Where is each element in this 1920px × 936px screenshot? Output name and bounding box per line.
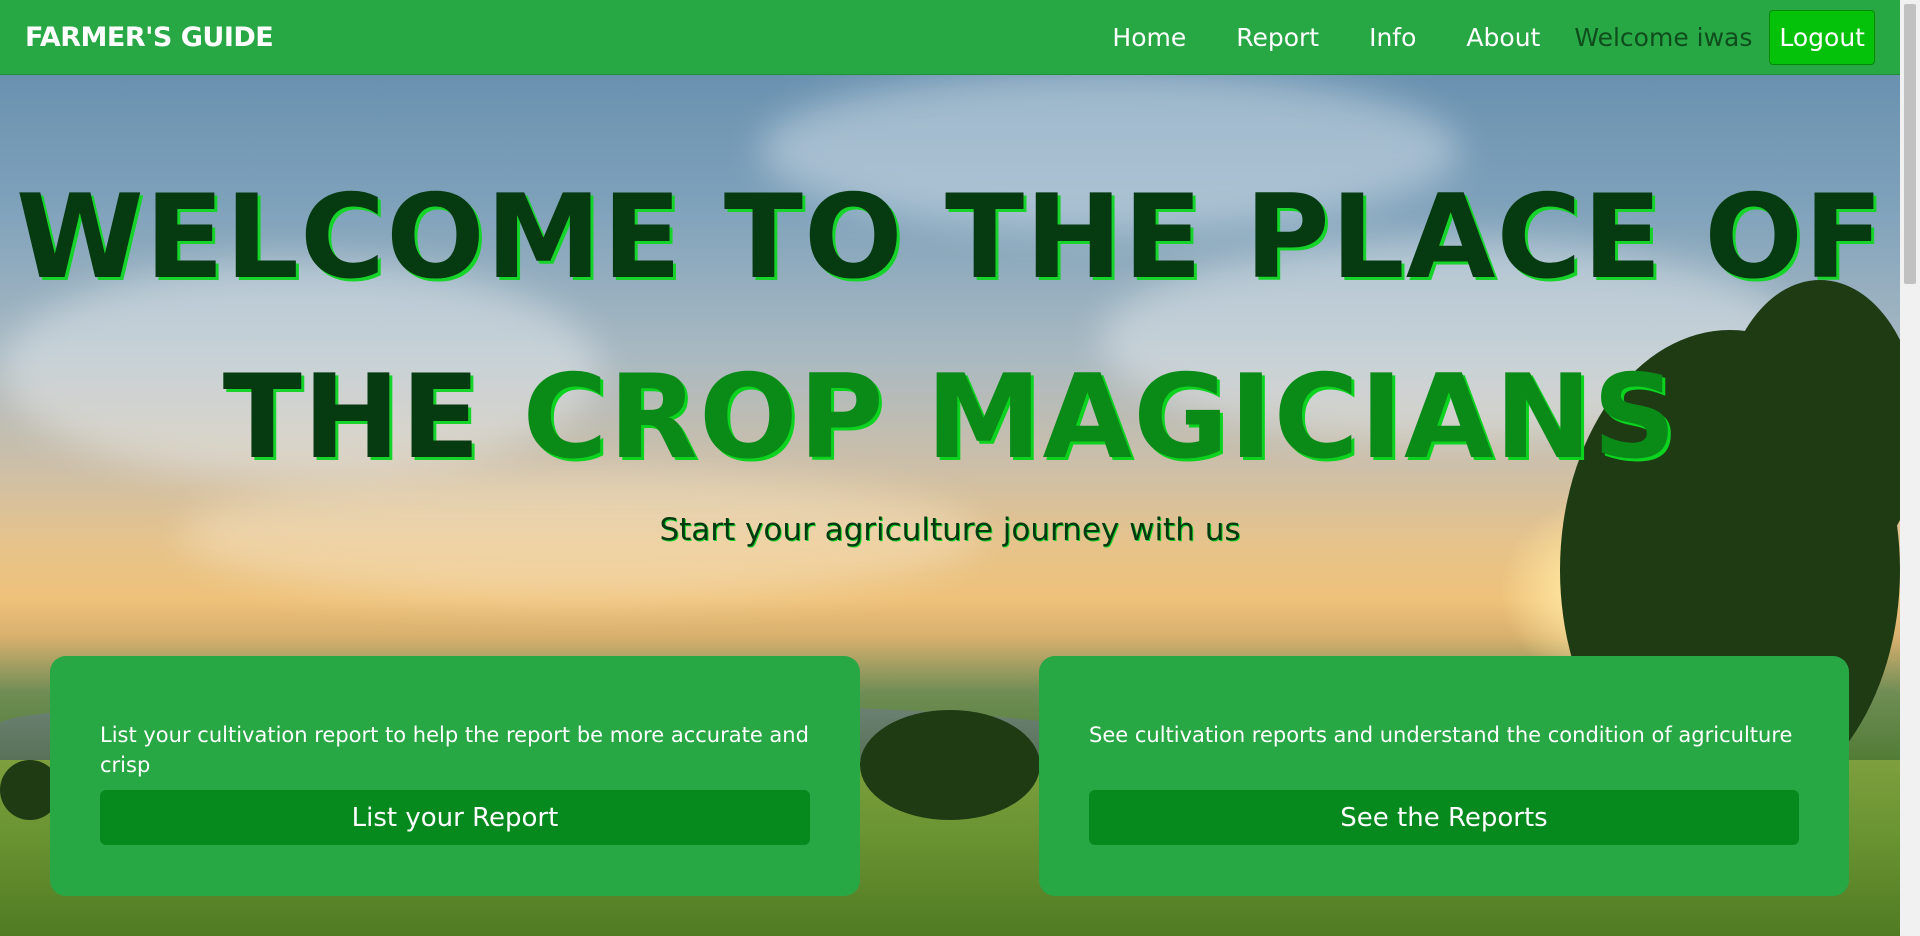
vertical-scrollbar[interactable]	[1900, 0, 1920, 936]
see-reports-card: See cultivation reports and understand t…	[1039, 656, 1849, 896]
hero-title-line-1: WELCOME TO THE PLACE OF	[15, 170, 1885, 305]
see-reports-button[interactable]: See the Reports	[1089, 790, 1799, 845]
nav-links: Home Report Info About Welcome iwas Logo…	[1062, 9, 1875, 65]
hero-title-prefix: THE	[222, 350, 482, 485]
hero-subtitle: Start your agriculture journey with us	[659, 512, 1241, 548]
nav-link-home[interactable]: Home	[1112, 23, 1186, 52]
scrollbar-thumb[interactable]	[1904, 4, 1916, 284]
brand-logo[interactable]: FARMER'S GUIDE	[25, 22, 274, 53]
list-report-card: List your cultivation report to help the…	[50, 656, 860, 896]
list-report-button[interactable]: List your Report	[100, 790, 810, 845]
nav-link-about[interactable]: About	[1466, 23, 1540, 52]
welcome-user-text: Welcome iwas	[1574, 22, 1753, 52]
nav-link-report[interactable]: Report	[1236, 23, 1319, 52]
nav-link-info[interactable]: Info	[1369, 23, 1416, 52]
logout-button[interactable]: Logout	[1769, 9, 1875, 65]
hero-title-accent: CROP MAGICIANS	[522, 350, 1678, 485]
hero-title-line-2: THE CROP MAGICIANS	[0, 350, 1900, 485]
see-reports-card-text: See cultivation reports and understand t…	[1089, 723, 1793, 747]
navbar: FARMER'S GUIDE Home Report Info About We…	[0, 0, 1900, 75]
list-report-card-text: List your cultivation report to help the…	[100, 723, 809, 777]
